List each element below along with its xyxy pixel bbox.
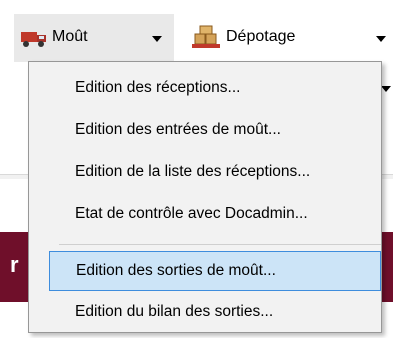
- menu-item-label: Edition des sorties de moût...: [76, 262, 276, 279]
- menu-separator: [59, 244, 381, 245]
- menu-item-label: Etat de contrôle avec Docadmin...: [75, 205, 308, 222]
- chevron-down-icon[interactable]: [381, 86, 391, 92]
- depotage-label: Dépotage: [226, 28, 296, 45]
- menu-item-etat-controle-docadmin[interactable]: Etat de contrôle avec Docadmin...: [49, 194, 381, 234]
- crates-icon: [192, 24, 220, 48]
- menu-item-edition-liste-receptions[interactable]: Edition de la liste des réceptions...: [49, 152, 381, 192]
- menu-item-label: Edition de la liste des réceptions...: [75, 163, 311, 180]
- mout-label: Moût: [52, 28, 88, 45]
- mout-dropdown-menu: Edition des réceptions... Edition des en…: [28, 61, 382, 333]
- chevron-down-icon: [152, 36, 162, 42]
- background-band-text: r: [10, 252, 19, 277]
- menu-item-label: Edition du bilan des sorties...: [75, 303, 274, 320]
- truck-icon: [20, 26, 48, 50]
- depotage-dropdown-button[interactable]: Dépotage: [186, 14, 393, 62]
- menu-item-label: Edition des entrées de moût...: [75, 121, 281, 138]
- menu-item-edition-sorties-mout[interactable]: Edition des sorties de moût...: [49, 251, 381, 291]
- menu-item-edition-receptions[interactable]: Edition des réceptions...: [49, 68, 381, 108]
- chevron-down-icon: [376, 36, 386, 42]
- mout-dropdown-button[interactable]: Moût: [14, 14, 174, 62]
- menu-item-edition-bilan-sorties[interactable]: Edition du bilan des sorties...: [49, 292, 381, 332]
- menu-item-label: Edition des réceptions...: [75, 79, 241, 96]
- menu-item-edition-entrees-mout[interactable]: Edition des entrées de moût...: [49, 110, 381, 150]
